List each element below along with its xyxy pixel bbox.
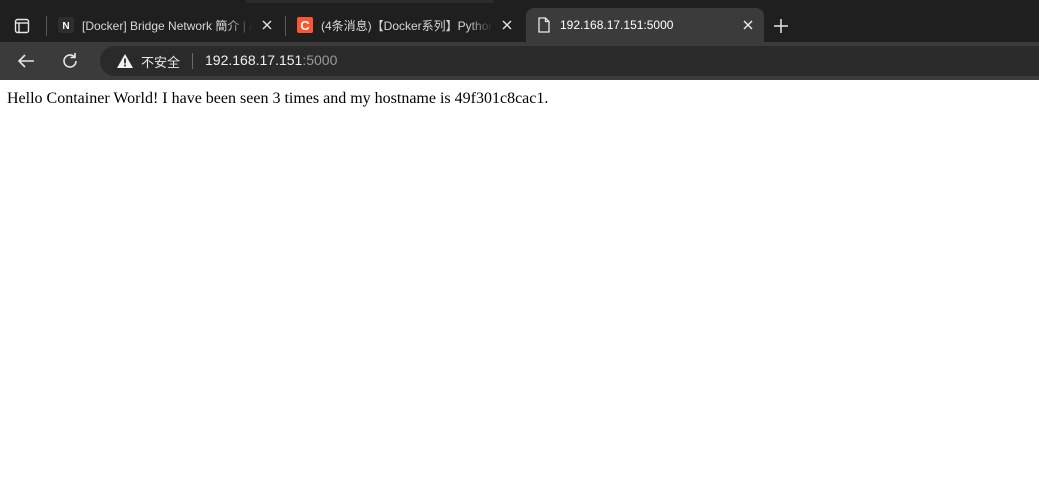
notion-icon: N	[58, 17, 74, 33]
security-status-label[interactable]: 不安全	[141, 52, 180, 71]
not-secure-warning-icon[interactable]	[116, 52, 134, 70]
close-tab-button[interactable]	[738, 15, 758, 35]
page-icon	[536, 17, 552, 33]
arrow-left-icon	[17, 54, 34, 68]
svg-text:C: C	[300, 18, 310, 33]
svg-text:N: N	[62, 21, 69, 32]
plus-icon	[774, 19, 788, 33]
tab-localhost-5000[interactable]: 192.168.17.151:5000	[526, 8, 764, 42]
tab-title: 192.168.17.151:5000	[560, 18, 674, 32]
close-icon	[502, 20, 512, 30]
navigation-toolbar: 不安全 192.168.17.151:5000	[0, 42, 1039, 80]
reload-icon	[63, 53, 77, 68]
tab-separator	[46, 16, 47, 36]
close-icon	[262, 20, 272, 30]
page-content: Hello Container World! I have been seen …	[0, 80, 1039, 482]
tab-actions-icon	[14, 18, 30, 34]
url-port: :5000	[302, 52, 338, 68]
reload-button[interactable]	[56, 47, 84, 75]
close-icon	[743, 20, 753, 30]
tab-strip: N [Docker] Bridge Network 簡介 | / C (4条消息…	[0, 0, 1039, 42]
csdn-icon: C	[297, 17, 313, 33]
window-title-remnant	[246, 0, 494, 3]
back-button[interactable]	[12, 47, 40, 75]
close-tab-button[interactable]	[257, 15, 277, 35]
tab-separator	[285, 16, 286, 36]
address-bar[interactable]: 不安全 192.168.17.151:5000	[100, 46, 1039, 76]
tab-title: (4条消息)【Docker系列】Python	[321, 18, 493, 33]
address-separator	[192, 53, 194, 69]
url-text[interactable]: 192.168.17.151:5000	[205, 52, 337, 70]
new-tab-button[interactable]	[766, 12, 796, 40]
page-body-text: Hello Container World! I have been seen …	[7, 90, 549, 107]
tab-actions-button[interactable]	[8, 12, 36, 40]
tab-docker-bridge-network[interactable]: N [Docker] Bridge Network 簡介 | /	[48, 8, 283, 42]
close-tab-button[interactable]	[497, 15, 517, 35]
url-host: 192.168.17.151	[205, 52, 303, 68]
tab-title: [Docker] Bridge Network 簡介 | /	[82, 18, 253, 33]
tab-csdn-docker-series[interactable]: C (4条消息)【Docker系列】Python	[287, 8, 523, 42]
